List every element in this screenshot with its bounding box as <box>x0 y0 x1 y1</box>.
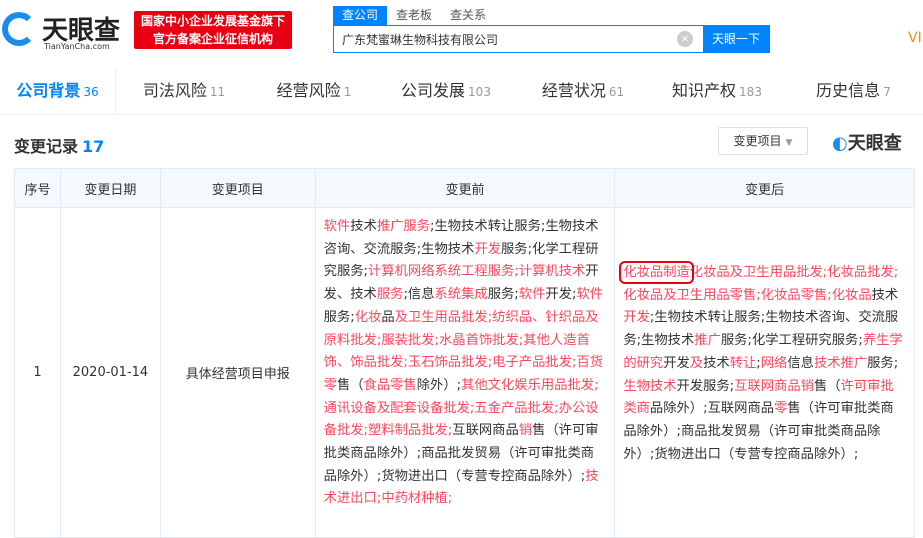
diff-highlight-text: 推广服务 <box>376 219 431 234</box>
badge-line2: 官方备案企业征信机构 <box>152 32 273 46</box>
highlighted-new-item: 化妆品制造 <box>619 261 694 284</box>
scope-text: 开发服务; <box>676 378 735 394</box>
tab-ip[interactable]: 知识产权 183 <box>650 68 784 114</box>
tianyancha-watermark: ◐天眼查 <box>832 129 902 155</box>
cell-before: 软件技术推广服务;生物技术转让服务;生物技术咨询、交流服务;生物技术开发服务;化… <box>314 207 616 538</box>
diff-highlight-text: 软件 <box>323 219 351 234</box>
scope-text: 服务; <box>323 309 355 325</box>
search-tabs: 查公司 查老板 查关系 <box>333 6 495 25</box>
scope-text: 售（ <box>813 378 841 394</box>
scope-text: 服务; <box>867 355 899 371</box>
diff-highlight-text: 开发 <box>474 241 501 257</box>
diff-highlight-text: 互联网商品销 <box>734 378 814 394</box>
diff-highlight-text: 服务 <box>376 287 404 303</box>
cell-after: 化妆品制造化妆品及卫生用品批发;化妆品批发;化妆品及卫生用品零售;化妆品零售;化… <box>614 207 915 538</box>
scope-text: 除外）; <box>416 377 462 393</box>
scope-text: 技术 <box>871 287 899 303</box>
tab-label: 公司背景 <box>16 81 81 100</box>
category-tabs: 公司背景 36 司法风险 11 经营风险 1 公司发展 103 经营状况 61 知识产权 1… <box>0 68 923 115</box>
header-before: 变更前 <box>314 168 616 208</box>
caret-down-icon: ▼ <box>785 138 793 148</box>
tab-label: 经营状况 <box>541 81 606 100</box>
tab-operating-status[interactable]: 经营状况 61 <box>516 68 650 114</box>
logo-eye-icon <box>2 12 36 46</box>
search-input[interactable] <box>334 26 677 52</box>
logo-domain: TianYanCha.com <box>44 42 110 51</box>
tab-count: 183 <box>739 85 762 99</box>
diff-highlight-text: 生物技术 <box>623 378 677 394</box>
diff-highlight-text: 销 <box>518 423 533 439</box>
scope-text: 信息 <box>787 355 814 371</box>
scope-text: 互联网商品 <box>452 423 519 439</box>
header-date: 变更日期 <box>59 168 161 208</box>
diff-highlight-text: 技术推广 <box>813 355 868 371</box>
diff-highlight-text: 系统集成 <box>434 287 488 303</box>
tab-count: 7 <box>883 85 891 99</box>
diff-highlight-text: 零 <box>774 401 788 417</box>
search-tab-company[interactable]: 查公司 <box>333 6 388 25</box>
section-title: 变更记录 17 <box>14 133 104 157</box>
diff-highlight-text: 食品零售 <box>363 377 417 393</box>
table-row: 1 2020-01-14 具体经营项目申报 软件技术推广服务;生物技术转让服务;… <box>14 207 915 538</box>
header-index: 序号 <box>14 168 61 208</box>
tab-count: 36 <box>83 85 99 99</box>
tab-label: 司法风险 <box>142 81 207 100</box>
clear-icon[interactable]: × <box>677 31 693 47</box>
search-tab-relation[interactable]: 查关系 <box>441 6 495 25</box>
diff-highlight-text: 软件 <box>576 287 604 303</box>
tab-count: 103 <box>468 85 491 99</box>
tab-development[interactable]: 公司发展 103 <box>376 68 516 114</box>
diff-highlight-text: 推广 <box>694 333 721 349</box>
scope-text: ;信息 <box>403 287 435 303</box>
scope-text: 技术 <box>350 219 377 234</box>
search-button[interactable]: 天眼一下 <box>703 26 769 52</box>
tab-label: 历史信息 <box>816 81 881 100</box>
section-title-text: 变更记录 <box>14 137 79 156</box>
header-item: 变更项目 <box>159 168 316 208</box>
search-tab-boss[interactable]: 查老板 <box>387 6 441 25</box>
diff-highlight-text: 网络 <box>760 355 788 371</box>
logo-eye-icon: ◐ <box>832 133 848 154</box>
tab-label: 知识产权 <box>672 81 737 100</box>
diff-highlight-text: 转让 <box>729 355 757 371</box>
change-records-table: 序号 变更日期 变更项目 变更前 变更后 1 2020-01-14 具体经营项目… <box>14 168 915 538</box>
scope-text: 技术 <box>703 355 730 371</box>
scope-text: 品除外）;互联网商品 <box>649 401 775 417</box>
cell-date: 2020-01-14 <box>59 207 161 538</box>
table-header-row: 序号 变更日期 变更项目 变更前 变更后 <box>14 168 915 208</box>
cell-index: 1 <box>14 207 61 538</box>
change-item-filter[interactable]: 变更项目 ▼ <box>718 127 808 155</box>
tab-history[interactable]: 历史信息 7 <box>784 68 923 114</box>
diff-highlight-text: 开发 <box>623 310 650 326</box>
scope-text: 服务;化学工程研究服务; <box>720 333 863 349</box>
top-header: 天眼查 TianYanCha.com 国家中小企业发展基金旗下 官方备案企业征信… <box>0 0 923 68</box>
diff-highlight-text: 及 <box>689 355 704 371</box>
filter-label: 变更项目 <box>733 134 782 148</box>
scope-text: 服务; <box>487 287 519 303</box>
tianyancha-logo[interactable]: 天眼查 TianYanCha.com <box>2 10 127 51</box>
watermark-text: 天眼查 <box>847 133 902 154</box>
badge-line1: 国家中小企业发展基金旗下 <box>140 14 285 28</box>
tab-count: 61 <box>608 85 625 99</box>
tab-legal-risk[interactable]: 司法风险 11 <box>116 68 252 114</box>
scope-text: 开发; <box>545 287 577 303</box>
scope-text: 开发 <box>663 355 690 371</box>
section-count: 17 <box>82 137 105 156</box>
scope-text: 品 <box>381 309 395 325</box>
diff-highlight-text: 软件 <box>518 287 546 303</box>
tab-count: 1 <box>343 85 352 99</box>
diff-highlight-text: 计算机网络系统工程服务;计算机技术 <box>368 264 586 280</box>
diff-highlight-text: 化妆 <box>354 309 382 325</box>
official-badge: 国家中小企业发展基金旗下 官方备案企业征信机构 <box>134 11 292 49</box>
header-after: 变更后 <box>614 168 915 208</box>
tab-company-background[interactable]: 公司背景 36 <box>0 68 116 114</box>
tab-count: 11 <box>209 85 226 99</box>
tab-label: 公司发展 <box>401 81 466 100</box>
search-box: × 天眼一下 <box>333 25 770 53</box>
tab-operating-risk[interactable]: 经营风险 1 <box>252 68 376 114</box>
tab-label: 经营风险 <box>276 81 341 100</box>
cell-item: 具体经营项目申报 <box>159 207 316 538</box>
vip-link[interactable]: VI <box>908 30 922 46</box>
scope-text: 售（ <box>336 377 364 393</box>
